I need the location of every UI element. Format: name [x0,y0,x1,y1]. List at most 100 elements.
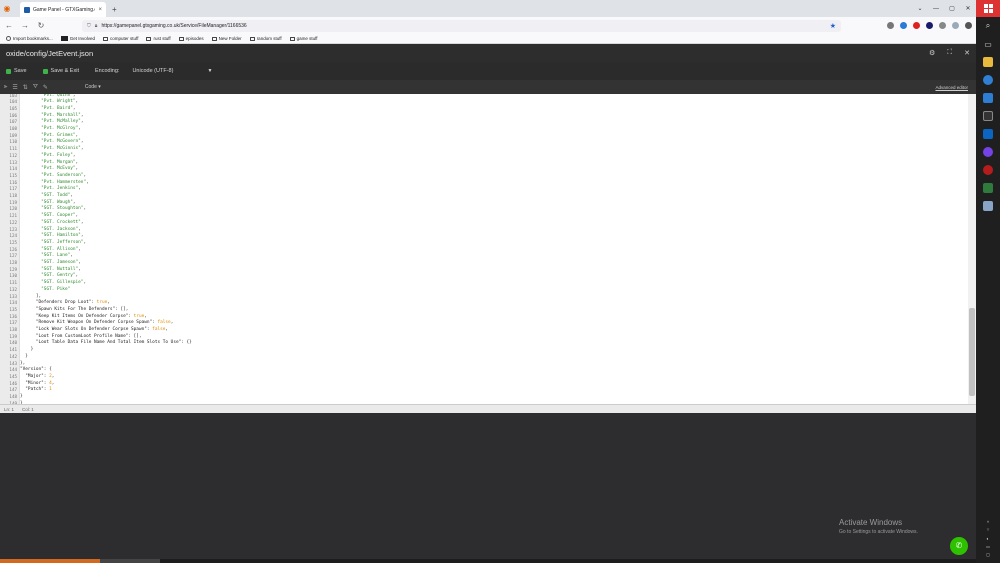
code-line[interactable]: } [20,354,968,361]
wechat-icon[interactable]: ✆ [950,537,968,555]
code-line[interactable]: "Pvt. Morgan", [20,160,968,167]
tab-game-panel[interactable]: Game Panel - GTXGaming.co. × [20,2,106,17]
code-area[interactable]: "Pvt. Quinn", "Pvt. Wright", "Pvt. Baird… [20,94,968,404]
minimize-icon[interactable]: — [928,6,944,12]
code-line[interactable]: "Pvt. Wright", [20,99,968,106]
sync-icon[interactable] [939,22,946,29]
back-icon[interactable]: ← [4,21,14,30]
code-line[interactable]: "Pvt. McGlroy", [20,126,968,133]
code-line[interactable]: "SGT. Jackson", [20,227,968,234]
volume-icon[interactable]: 🔈︎ [987,536,989,541]
code-line[interactable]: "Pvt. McMalley", [20,119,968,126]
code-line[interactable]: ], [20,294,968,301]
code-line[interactable]: "SGT. Jefferson", [20,240,968,247]
bookmark-game-stuff[interactable]: game stuff [289,36,318,41]
compact-icon[interactable]: ☰ [12,84,17,91]
chevron-down-icon[interactable]: ⌄ [912,5,928,12]
code-line[interactable]: "SGT. Gillespie", [20,280,968,287]
code-line[interactable]: "SGT. Nuttall", [20,267,968,274]
edge-icon[interactable] [976,71,1000,89]
bookmark-new-folder[interactable]: New Folder [211,36,242,41]
notifications-icon[interactable]: ▢ [986,552,990,557]
bookmark-star-icon[interactable]: ★ [830,22,836,30]
code-line[interactable]: "Remove Kit Weapon On Defender Corpse Sp… [20,320,968,327]
settings-icon[interactable]: ⚙ [929,49,935,57]
code-line[interactable]: "Pvt. Grimes", [20,133,968,140]
taskbar-app[interactable] [100,559,160,563]
mode-select[interactable]: Code ▾ [85,84,101,90]
code-line[interactable]: "SGT. Crockett", [20,220,968,227]
code-line[interactable]: "SGT. Cooper", [20,213,968,220]
code-line[interactable]: "Spawn Kits For The Defenders": [], [20,307,968,314]
app-icon[interactable] [976,161,1000,179]
download-icon[interactable] [900,22,907,29]
app-icon[interactable] [976,107,1000,125]
puzzle-icon[interactable] [952,22,959,29]
app-icon[interactable] [976,197,1000,215]
sort-icon[interactable]: ⇅ [23,84,28,91]
code-line[interactable]: "Pvt. Jenkins", [20,186,968,193]
bookmark-random-stuff[interactable]: random stuff [249,36,282,41]
tab-close-icon[interactable]: × [98,7,102,13]
code-line[interactable]: "Patch": 1 [20,387,968,394]
code-line[interactable]: "SGT. Todd", [20,193,968,200]
code-line[interactable]: "Minor": 4, [20,381,968,388]
extension-icon[interactable] [926,22,933,29]
app-icon[interactable] [976,179,1000,197]
code-line[interactable]: "SGT. Hamilton", [20,233,968,240]
code-line[interactable]: "SGT. Stoughton", [20,206,968,213]
bookmark-episodes[interactable]: episodes [178,36,204,41]
code-line[interactable]: "Loot Table Data File Name And Total Ite… [20,340,968,347]
task-view-icon[interactable]: ▭ [976,35,1000,53]
bookmark-get-involved[interactable]: Get Involved [60,36,95,41]
forward-icon[interactable]: → [20,21,30,30]
code-line[interactable]: "Pvt. Sunderson", [20,173,968,180]
code-line[interactable]: "Pvt. McEvoy", [20,166,968,173]
bookmark-computer-stuff[interactable]: computer stuff [103,36,138,41]
bookmark-rust-stuff[interactable]: rust stuff [146,36,171,41]
code-line[interactable]: "SGT. Pike" [20,287,968,294]
new-tab-button[interactable]: + [112,2,117,17]
firefox-taskbar-icon[interactable] [976,143,1000,161]
network-icon[interactable]: ⌔ [986,527,990,533]
code-line[interactable]: "SGT. Lane", [20,253,968,260]
code-line[interactable]: "Pvt. Baird", [20,106,968,113]
app-icon[interactable] [976,125,1000,143]
code-line[interactable]: "SGT. Jameson", [20,260,968,267]
close-panel-icon[interactable]: ✕ [964,49,970,57]
code-line[interactable]: "SGT. Gentry", [20,273,968,280]
repair-icon[interactable]: ✎ [43,84,48,91]
fullscreen-icon[interactable]: ⛶ [947,49,952,57]
code-line[interactable]: "Pvt. Hammersten", [20,180,968,187]
close-window-icon[interactable]: ✕ [960,5,976,12]
encoding-select[interactable]: Unicode (UTF-8) ▼ [129,66,216,76]
pocket-icon[interactable] [887,22,894,29]
code-line[interactable]: "Lock Wear Slots On Defender Corpse Spaw… [20,327,968,334]
filter-icon[interactable]: ⛛ [33,84,38,91]
reload-icon[interactable]: ↻ [36,21,46,30]
store-icon[interactable] [976,89,1000,107]
search-icon[interactable]: ⌕ [976,17,1000,35]
save-button[interactable]: Save [6,68,27,74]
firefox-icon[interactable]: ◉ [0,0,14,17]
code-line[interactable]: "Defenders Drop Loot": true, [20,300,968,307]
code-line[interactable]: } [20,394,968,401]
adblock-icon[interactable] [913,22,920,29]
code-editor[interactable]: 103 104 105 106 107 108 109 110 111 112 113 114 115 1… [0,94,976,404]
url-bar[interactable]: ⛉ 🔒︎ https://gamepanel.gtxgaming.co.uk/S… [82,19,841,32]
code-line[interactable]: } [20,347,968,354]
taskbar-app[interactable] [0,559,100,563]
advanced-editor-link[interactable]: Advanced editor [935,85,968,90]
code-line[interactable]: "Pvt. McGinnis", [20,146,968,153]
code-line[interactable]: "Pvt. Marshall", [20,113,968,120]
menu-icon[interactable] [965,22,972,29]
file-explorer-icon[interactable] [976,53,1000,71]
clock[interactable]: ▭ [986,544,990,549]
code-line[interactable]: "SGT. Waugh", [20,200,968,207]
code-line[interactable]: "Pvt. McGovern", [20,139,968,146]
chevron-up-icon[interactable]: ˄ [987,519,989,524]
bookmark-import[interactable]: Import bookmarks... [6,36,53,41]
save-exit-button[interactable]: Save & Exit [42,68,79,74]
code-line[interactable]: "Major": 2, [20,374,968,381]
windows-start-icon[interactable] [976,0,1000,17]
